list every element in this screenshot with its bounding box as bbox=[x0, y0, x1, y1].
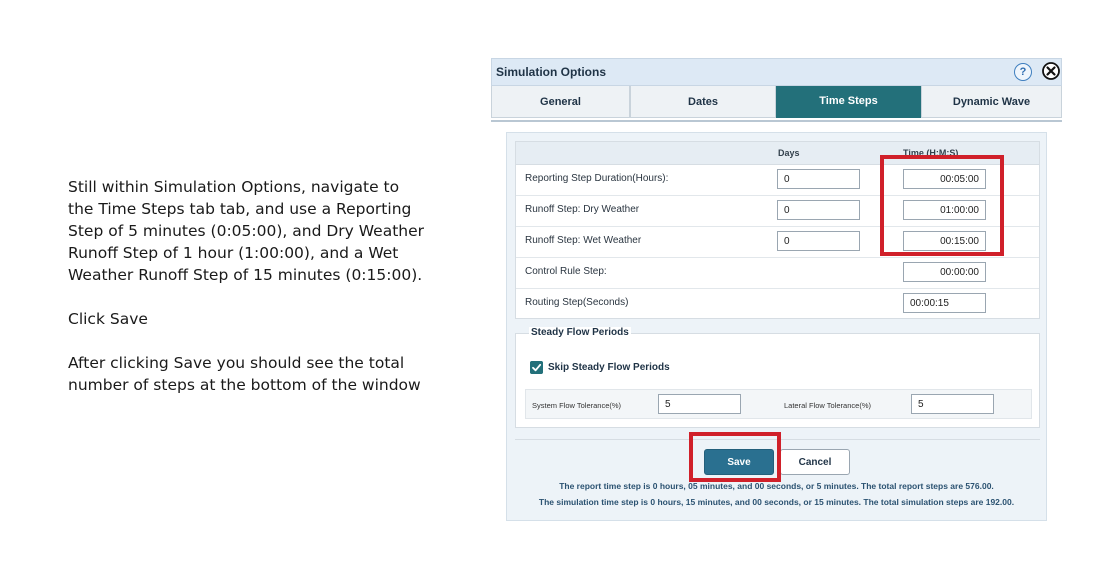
control-rule-label: Control Rule Step: bbox=[525, 266, 607, 277]
routing-step-input[interactable]: 00:00:15 bbox=[903, 293, 986, 313]
system-tolerance-label: System Flow Tolerance(%) bbox=[532, 401, 622, 410]
lateral-tolerance-label: Lateral Flow Tolerance(%) bbox=[784, 401, 871, 410]
lateral-tolerance-input[interactable]: 5 bbox=[911, 394, 994, 414]
instructions: Still within Simulation Options, navigat… bbox=[68, 176, 428, 418]
close-icon[interactable] bbox=[1042, 62, 1060, 80]
runoff-wet-label: Runoff Step: Wet Weather bbox=[525, 235, 642, 246]
steady-flow-title: Steady Flow Periods bbox=[529, 327, 631, 338]
help-icon[interactable]: ? bbox=[1014, 63, 1032, 81]
tab-bar: General Dates Time Steps Dynamic Wave bbox=[491, 86, 1062, 122]
instruction-step-1: Still within Simulation Options, navigat… bbox=[68, 178, 425, 284]
time-inputs-highlight bbox=[880, 155, 1004, 256]
column-days: Days bbox=[778, 148, 800, 158]
row-routing-step: Routing Step(Seconds) 00:00:15 bbox=[516, 288, 1039, 319]
system-tolerance-input[interactable]: 5 bbox=[658, 394, 741, 414]
tab-dates[interactable]: Dates bbox=[630, 86, 776, 118]
reporting-step-label: Reporting Step Duration(Hours): bbox=[525, 173, 669, 184]
instruction-step-3: After clicking Save you should see the t… bbox=[68, 354, 421, 394]
runoff-wet-days-input[interactable]: 0 bbox=[777, 231, 860, 251]
dialog-title-bar: Simulation Options ? bbox=[491, 58, 1062, 86]
reporting-step-days-input[interactable]: 0 bbox=[777, 169, 860, 189]
simulation-steps-message: The simulation time step is 0 hours, 15 … bbox=[538, 497, 1015, 507]
steady-flow-section: Steady Flow Periods Skip Steady Flow Per… bbox=[515, 327, 1040, 428]
tolerance-row: System Flow Tolerance(%) 5 Lateral Flow … bbox=[525, 389, 1032, 419]
tab-time-steps[interactable]: Time Steps bbox=[776, 86, 921, 118]
row-control-rule: Control Rule Step: 00:00:00 bbox=[516, 257, 1039, 289]
instruction-step-2: Click Save bbox=[68, 310, 148, 328]
runoff-dry-days-input[interactable]: 0 bbox=[777, 200, 860, 220]
routing-step-label: Routing Step(Seconds) bbox=[525, 297, 629, 308]
skip-steady-label: Skip Steady Flow Periods bbox=[548, 362, 670, 373]
report-steps-message: The report time step is 0 hours, 05 minu… bbox=[559, 481, 994, 491]
tab-dynamic-wave[interactable]: Dynamic Wave bbox=[921, 86, 1062, 118]
cancel-button[interactable]: Cancel bbox=[780, 449, 850, 475]
tab-general[interactable]: General bbox=[491, 86, 630, 118]
control-rule-time-input[interactable]: 00:00:00 bbox=[903, 262, 986, 282]
runoff-dry-label: Runoff Step: Dry Weather bbox=[525, 204, 640, 215]
dialog-title: Simulation Options bbox=[496, 65, 606, 79]
skip-steady-checkbox[interactable] bbox=[530, 361, 543, 374]
save-button-highlight bbox=[689, 432, 781, 482]
